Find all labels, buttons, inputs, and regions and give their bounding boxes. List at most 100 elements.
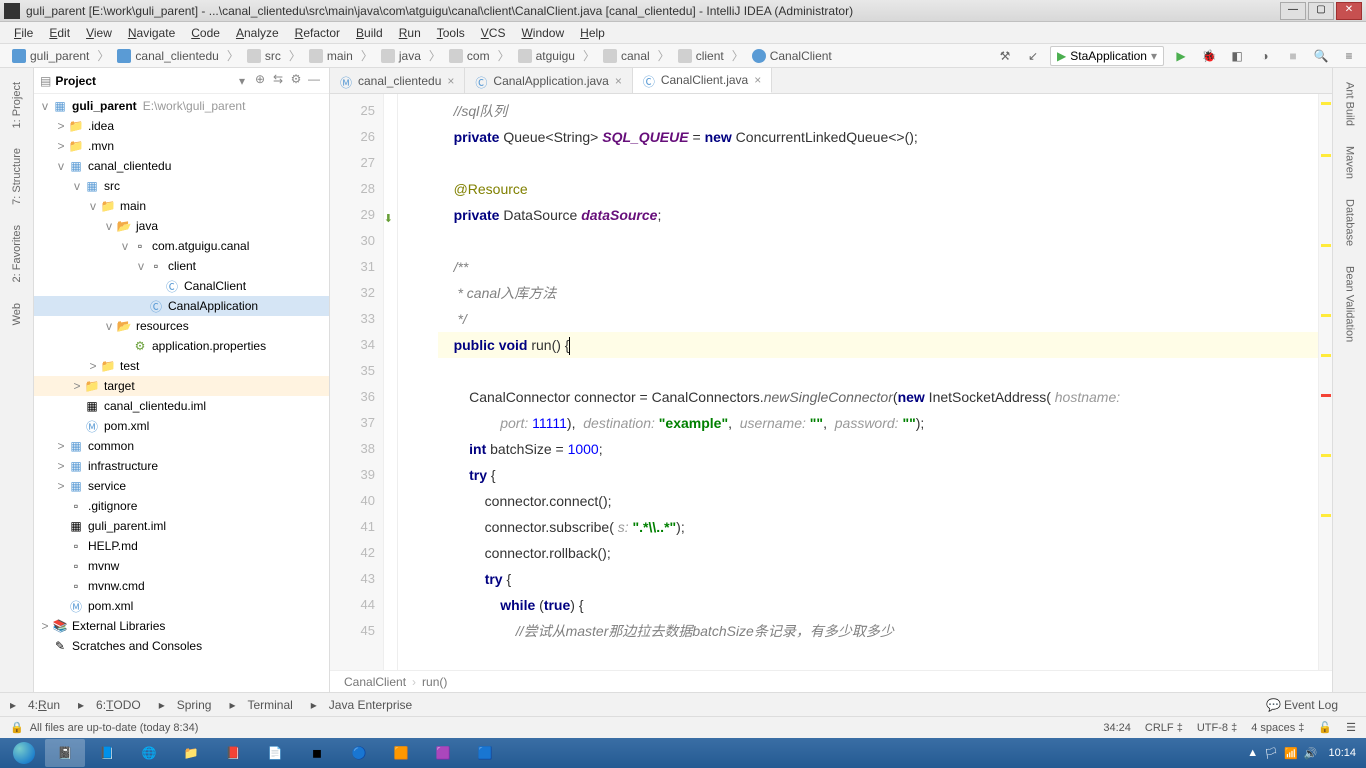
breadcrumb-client[interactable]: client [672, 47, 730, 65]
stop-button[interactable]: ■ [1282, 46, 1304, 66]
code-line-37[interactable]: port: 11111), destination: "example", us… [438, 410, 1318, 436]
side-tab-database[interactable]: Database [1342, 193, 1358, 252]
side-tab----project[interactable]: 1: Project [9, 76, 25, 134]
editor-gutter[interactable]: 2526272829⬇30313233343536373839404142434… [330, 94, 384, 670]
code-line-45[interactable]: //尝试从master那边拉去数据batchSize条记录，有多少取多少 [438, 618, 1318, 644]
bottom-tool-terminal[interactable]: ▸Terminal [229, 698, 292, 712]
side-tab-ant-build[interactable]: Ant Build [1342, 76, 1358, 132]
code-line-34[interactable]: public void run() { [438, 332, 1318, 358]
code-line-29[interactable]: private DataSource dataSource; [438, 202, 1318, 228]
code-editor[interactable]: //sql队列 private Queue<String> SQL_QUEUE … [398, 94, 1318, 670]
breadcrumb-CanalClient[interactable]: CanalClient [746, 47, 838, 65]
tree-node-resources[interactable]: v📂resources [34, 316, 329, 336]
nav-back-button[interactable]: ↙ [1022, 46, 1044, 66]
tree-node-main[interactable]: v📁main [34, 196, 329, 216]
project-select-opened-icon[interactable]: ⊕ [251, 72, 269, 90]
readonly-toggle[interactable]: 🔓 [1318, 721, 1332, 734]
line-separator[interactable]: CRLF ‡ [1145, 722, 1183, 734]
run-button[interactable]: ▶ [1170, 46, 1192, 66]
taskbar-clock[interactable]: 10:14 [1328, 747, 1356, 759]
menu-code[interactable]: Code [183, 24, 228, 42]
tree-node-mvnw[interactable]: ▫mvnw [34, 556, 329, 576]
fold-column[interactable] [384, 94, 398, 670]
breadcrumb-main[interactable]: main [303, 47, 359, 65]
event-log-button[interactable]: 💬Event Log [1266, 698, 1338, 712]
breadcrumb-java[interactable]: java [375, 47, 427, 65]
menu-file[interactable]: File [6, 24, 41, 42]
tab-close-icon[interactable]: × [447, 74, 454, 88]
breadcrumb-canal[interactable]: canal [597, 47, 656, 65]
code-line-27[interactable] [438, 150, 1318, 176]
tree-node-canalapplication[interactable]: ⒸCanalApplication [34, 296, 329, 316]
editor-breadcrumb[interactable]: CanalClient › run() [330, 670, 1332, 692]
tree-node-mvnw-cmd[interactable]: ▫mvnw.cmd [34, 576, 329, 596]
code-line-33[interactable]: */ [438, 306, 1318, 332]
close-button[interactable]: ✕ [1336, 2, 1362, 20]
coverage-button[interactable]: ◧ [1226, 46, 1248, 66]
taskbar-app-misc3[interactable]: 🟦 [465, 739, 505, 767]
code-line-36[interactable]: CanalConnector connector = CanalConnecto… [438, 384, 1318, 410]
bottom-tool----todo[interactable]: ▸6: TODO [78, 698, 141, 712]
tree-node--idea[interactable]: >📁.idea [34, 116, 329, 136]
code-line-41[interactable]: connector.subscribe( s: ".*\\..*"); [438, 514, 1318, 540]
tree-node-canalclient[interactable]: ⒸCanalClient [34, 276, 329, 296]
breadcrumb-class[interactable]: CanalClient [344, 675, 406, 689]
code-line-31[interactable]: /** [438, 254, 1318, 280]
code-line-26[interactable]: private Queue<String> SQL_QUEUE = new Co… [438, 124, 1318, 150]
taskbar-app-misc2[interactable]: 🟪 [423, 739, 463, 767]
bottom-tool-spring[interactable]: ▸Spring [159, 698, 212, 712]
tree-node-pom-xml[interactable]: Ⓜpom.xml [34, 416, 329, 436]
side-tab----favorites[interactable]: 2: Favorites [9, 219, 25, 288]
menu-refactor[interactable]: Refactor [287, 24, 348, 42]
taskbar-app-word[interactable]: 📄 [255, 739, 295, 767]
side-tab-maven[interactable]: Maven [1342, 140, 1358, 185]
taskbar-app-vscode[interactable]: 📘 [87, 739, 127, 767]
tray-flag-icon[interactable]: 🏳 [1264, 747, 1278, 760]
tree-node-canal-clientedu-iml[interactable]: ▦canal_clientedu.iml [34, 396, 329, 416]
tree-node-scratches-and-consoles[interactable]: ✎Scratches and Consoles [34, 636, 329, 656]
side-tab-bean-validation[interactable]: Bean Validation [1342, 260, 1358, 348]
menu-view[interactable]: View [78, 24, 120, 42]
menu-vcs[interactable]: VCS [473, 24, 514, 42]
tree-node-test[interactable]: >📁test [34, 356, 329, 376]
project-tree[interactable]: v ▦ guli_parent E:\work\guli_parent >📁.i… [34, 94, 329, 692]
tree-node-help-md[interactable]: ▫HELP.md [34, 536, 329, 556]
tray-expand-icon[interactable]: ▲ [1247, 747, 1258, 759]
bottom-tool----run[interactable]: ▸4: Run [10, 698, 60, 712]
tray-network-icon[interactable]: 📶 [1284, 747, 1298, 760]
menu-navigate[interactable]: Navigate [120, 24, 183, 42]
taskbar-app-intellij[interactable]: 📓 [45, 739, 85, 767]
tree-node-guli-parent-iml[interactable]: ▦guli_parent.iml [34, 516, 329, 536]
code-line-38[interactable]: int batchSize = 1000; [438, 436, 1318, 462]
code-line-28[interactable]: @Resource [438, 176, 1318, 202]
minimize-button[interactable]: — [1280, 2, 1306, 20]
tab-close-icon[interactable]: × [615, 74, 622, 88]
tree-node-external-libraries[interactable]: >📚External Libraries [34, 616, 329, 636]
tree-expand-icon[interactable]: v [38, 99, 52, 113]
tree-node--gitignore[interactable]: ▫.gitignore [34, 496, 329, 516]
debug-button[interactable]: 🐞 [1198, 46, 1220, 66]
settings-button[interactable]: ≡ [1338, 46, 1360, 66]
project-hide-icon[interactable]: — [305, 72, 323, 90]
project-settings-icon[interactable]: ⚙ [287, 72, 305, 90]
system-tray[interactable]: ▲ 🏳 📶 🔊 10:14 [1244, 747, 1362, 760]
taskbar-app-cmd[interactable]: ◼ [297, 739, 337, 767]
code-line-42[interactable]: connector.rollback(); [438, 540, 1318, 566]
code-line-32[interactable]: * canal入库方法 [438, 280, 1318, 306]
tree-node-com-atguigu-canal[interactable]: v▫com.atguigu.canal [34, 236, 329, 256]
tab-close-icon[interactable]: × [754, 73, 761, 87]
tree-node-target[interactable]: >📁target [34, 376, 329, 396]
breadcrumb-method[interactable]: run() [422, 675, 447, 689]
taskbar-app-edge[interactable]: 🔵 [339, 739, 379, 767]
code-line-25[interactable]: //sql队列 [438, 98, 1318, 124]
tray-sound-icon[interactable]: 🔊 [1304, 747, 1318, 760]
code-line-30[interactable] [438, 228, 1318, 254]
taskbar-app-misc1[interactable]: 🟧 [381, 739, 421, 767]
editor-tab-canal-clientedu[interactable]: Ⓜcanal_clientedu× [330, 68, 465, 93]
tree-node-src[interactable]: v▦src [34, 176, 329, 196]
code-line-39[interactable]: try { [438, 462, 1318, 488]
breadcrumb-com[interactable]: com [443, 47, 496, 65]
code-line-43[interactable]: try { [438, 566, 1318, 592]
tree-node-client[interactable]: v▫client [34, 256, 329, 276]
tree-node--mvn[interactable]: >📁.mvn [34, 136, 329, 156]
